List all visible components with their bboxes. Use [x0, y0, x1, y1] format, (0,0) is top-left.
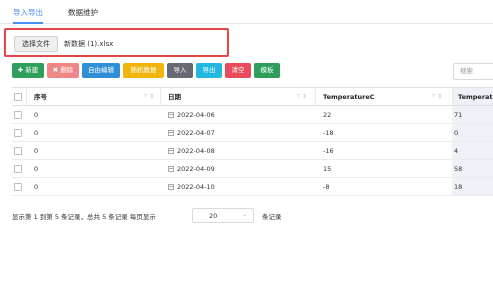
cell-tempc: 15: [323, 165, 332, 173]
row-checkbox[interactable]: [14, 183, 22, 191]
cell-tempc: -8: [323, 183, 330, 191]
column-header-seq[interactable]: 序号: [34, 88, 47, 105]
cell-tempc: -18: [323, 129, 334, 137]
free-edit-button[interactable]: 自由编辑: [82, 63, 120, 78]
select-all-checkbox[interactable]: [14, 93, 22, 101]
random-data-button[interactable]: 随机数据: [123, 63, 164, 78]
file-chooser-highlight: 选择文件 新数据 (1).xlsx: [4, 28, 229, 57]
tab-import-export[interactable]: 导入导出: [13, 7, 43, 24]
table-row[interactable]: 0 2022-04-06 22 71: [12, 106, 493, 124]
calendar-icon: [168, 112, 174, 118]
cell-tempf: 18: [454, 183, 463, 191]
filter-sort-icon[interactable]: ⊤ ⇕: [431, 88, 442, 105]
cell-seq: 0: [34, 147, 39, 155]
pagination-summary: 显示第 1 到第 5 条记录，总共 5 条记录 每页显示: [12, 213, 156, 221]
cell-date: 2022-04-10: [168, 178, 215, 195]
page-size-value: 20: [209, 212, 218, 220]
cell-seq: 0: [34, 129, 39, 137]
filter-sort-icon[interactable]: ⊤ ⇕: [143, 88, 154, 105]
cell-date: 2022-04-08: [168, 142, 215, 159]
calendar-icon: [168, 130, 174, 136]
filter-sort-icon[interactable]: ⊤ ⇕: [296, 88, 307, 105]
cell-seq: 0: [34, 111, 39, 119]
column-header-tempc[interactable]: TemperatureC: [323, 88, 375, 105]
tab-bar: 导入导出 数据维护: [0, 0, 493, 24]
table-row[interactable]: 0 2022-04-08 -16 4: [12, 142, 493, 160]
tab-data-maintenance[interactable]: 数据维护: [68, 7, 98, 24]
choose-file-button[interactable]: 选择文件: [14, 36, 58, 52]
clear-button[interactable]: 清空: [225, 63, 251, 78]
column-header-date[interactable]: 日期: [168, 88, 181, 105]
new-button[interactable]: ✚ 新建: [12, 63, 44, 78]
import-button[interactable]: 导入: [167, 63, 193, 78]
row-checkbox[interactable]: [14, 147, 22, 155]
template-button[interactable]: 模板: [254, 63, 280, 78]
calendar-icon: [168, 166, 174, 172]
cell-tempc: 22: [323, 111, 332, 119]
table-row[interactable]: 0 2022-04-07 -18 0: [12, 124, 493, 142]
cell-tempf: 71: [454, 111, 463, 119]
cell-date: 2022-04-09: [168, 160, 215, 177]
cell-tempf: 58: [454, 165, 463, 173]
delete-button[interactable]: ✖ 删除: [47, 63, 79, 78]
cell-tempf: 4: [454, 147, 459, 155]
cell-date: 2022-04-06: [168, 106, 215, 123]
table-row[interactable]: 0 2022-04-10 -8 18: [12, 178, 493, 196]
calendar-icon: [168, 184, 174, 190]
row-checkbox[interactable]: [14, 165, 22, 173]
cell-tempc: -16: [323, 147, 334, 155]
cell-tempf: 0: [454, 129, 459, 137]
row-checkbox[interactable]: [14, 111, 22, 119]
page-size-select[interactable]: 20 ⌄: [192, 208, 254, 223]
selected-file-name: 新数据 (1).xlsx: [64, 40, 114, 48]
chevron-down-icon: ⌄: [241, 211, 247, 218]
calendar-icon: [168, 148, 174, 154]
search-input[interactable]: 搜索: [453, 63, 493, 80]
export-button[interactable]: 导出: [196, 63, 222, 78]
table-header-row: 序号 ⊤ ⇕ 日期 ⊤ ⇕ TemperatureC ⊤ ⇕ Temperatu: [12, 87, 493, 106]
cell-date: 2022-04-07: [168, 124, 215, 141]
pagination-suffix: 条记录: [262, 213, 282, 221]
row-checkbox[interactable]: [14, 129, 22, 137]
cell-seq: 0: [34, 165, 39, 173]
table-row[interactable]: 0 2022-04-09 15 58: [12, 160, 493, 178]
column-header-tempf[interactable]: Temperatu: [458, 88, 493, 105]
cell-seq: 0: [34, 183, 39, 191]
